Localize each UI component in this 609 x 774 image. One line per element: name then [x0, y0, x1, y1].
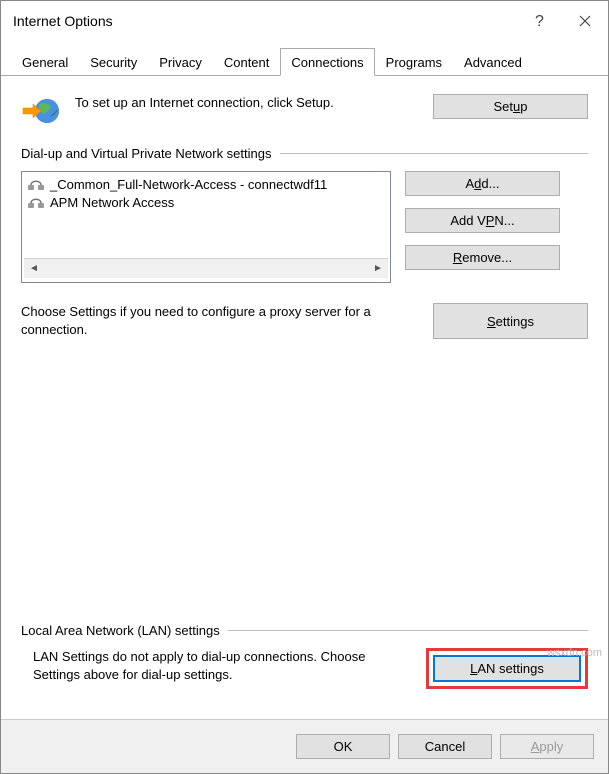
scroll-right-arrow-icon[interactable]: ► — [368, 259, 388, 278]
apply-button: Apply — [500, 734, 594, 759]
tab-programs[interactable]: Programs — [375, 48, 453, 76]
add-button[interactable]: Add... — [405, 171, 560, 196]
add-vpn-button[interactable]: Add VPN... — [405, 208, 560, 233]
proxy-settings-text: Choose Settings if you need to configure… — [21, 303, 419, 339]
tab-advanced[interactable]: Advanced — [453, 48, 533, 76]
tab-connections[interactable]: Connections — [280, 48, 374, 76]
lan-settings-button[interactable]: LAN settings — [433, 655, 581, 682]
tab-strip: General Security Privacy Content Connect… — [1, 41, 608, 76]
lan-group-label: Local Area Network (LAN) settings — [21, 623, 220, 638]
close-button[interactable] — [562, 1, 608, 41]
ok-button[interactable]: OK — [296, 734, 390, 759]
setup-text: To set up an Internet connection, click … — [75, 94, 419, 112]
watermark-text: wsxdn.com — [547, 647, 602, 659]
titlebar: Internet Options ? — [1, 1, 608, 41]
settings-button[interactable]: Settings — [433, 303, 588, 339]
tab-general[interactable]: General — [11, 48, 79, 76]
tab-content[interactable]: Content — [213, 48, 281, 76]
setup-button[interactable]: Setup — [433, 94, 588, 119]
list-item[interactable]: _Common_Full-Network-Access - connectwdf… — [24, 176, 388, 194]
divider — [280, 153, 589, 154]
horizontal-scrollbar[interactable]: ◄ ► — [24, 258, 388, 278]
connection-icon — [28, 196, 44, 210]
dialog-footer: OK Cancel Apply — [1, 719, 608, 773]
connections-panel: To set up an Internet connection, click … — [1, 76, 608, 719]
internet-options-dialog: Internet Options ? General Security Priv… — [0, 0, 609, 774]
tab-privacy[interactable]: Privacy — [148, 48, 213, 76]
scroll-left-arrow-icon[interactable]: ◄ — [24, 259, 44, 278]
connections-listbox[interactable]: _Common_Full-Network-Access - connectwdf… — [21, 171, 391, 283]
list-item[interactable]: APM Network Access — [24, 194, 388, 212]
remove-button[interactable]: Remove... — [405, 245, 560, 270]
connection-icon — [28, 178, 44, 192]
help-button[interactable]: ? — [516, 1, 562, 41]
list-item-label: _Common_Full-Network-Access - connectwdf… — [50, 176, 327, 194]
svg-text:?: ? — [535, 13, 544, 30]
window-title: Internet Options — [13, 13, 113, 29]
cancel-button[interactable]: Cancel — [398, 734, 492, 759]
list-item-label: APM Network Access — [50, 194, 174, 212]
tab-security[interactable]: Security — [79, 48, 148, 76]
window-controls: ? — [516, 1, 608, 41]
lan-help-text: LAN Settings do not apply to dial-up con… — [21, 648, 412, 684]
globe-arrow-icon — [21, 94, 61, 128]
dialup-group-label: Dial-up and Virtual Private Network sett… — [21, 146, 272, 161]
divider — [228, 630, 588, 631]
scroll-track[interactable] — [44, 259, 368, 278]
